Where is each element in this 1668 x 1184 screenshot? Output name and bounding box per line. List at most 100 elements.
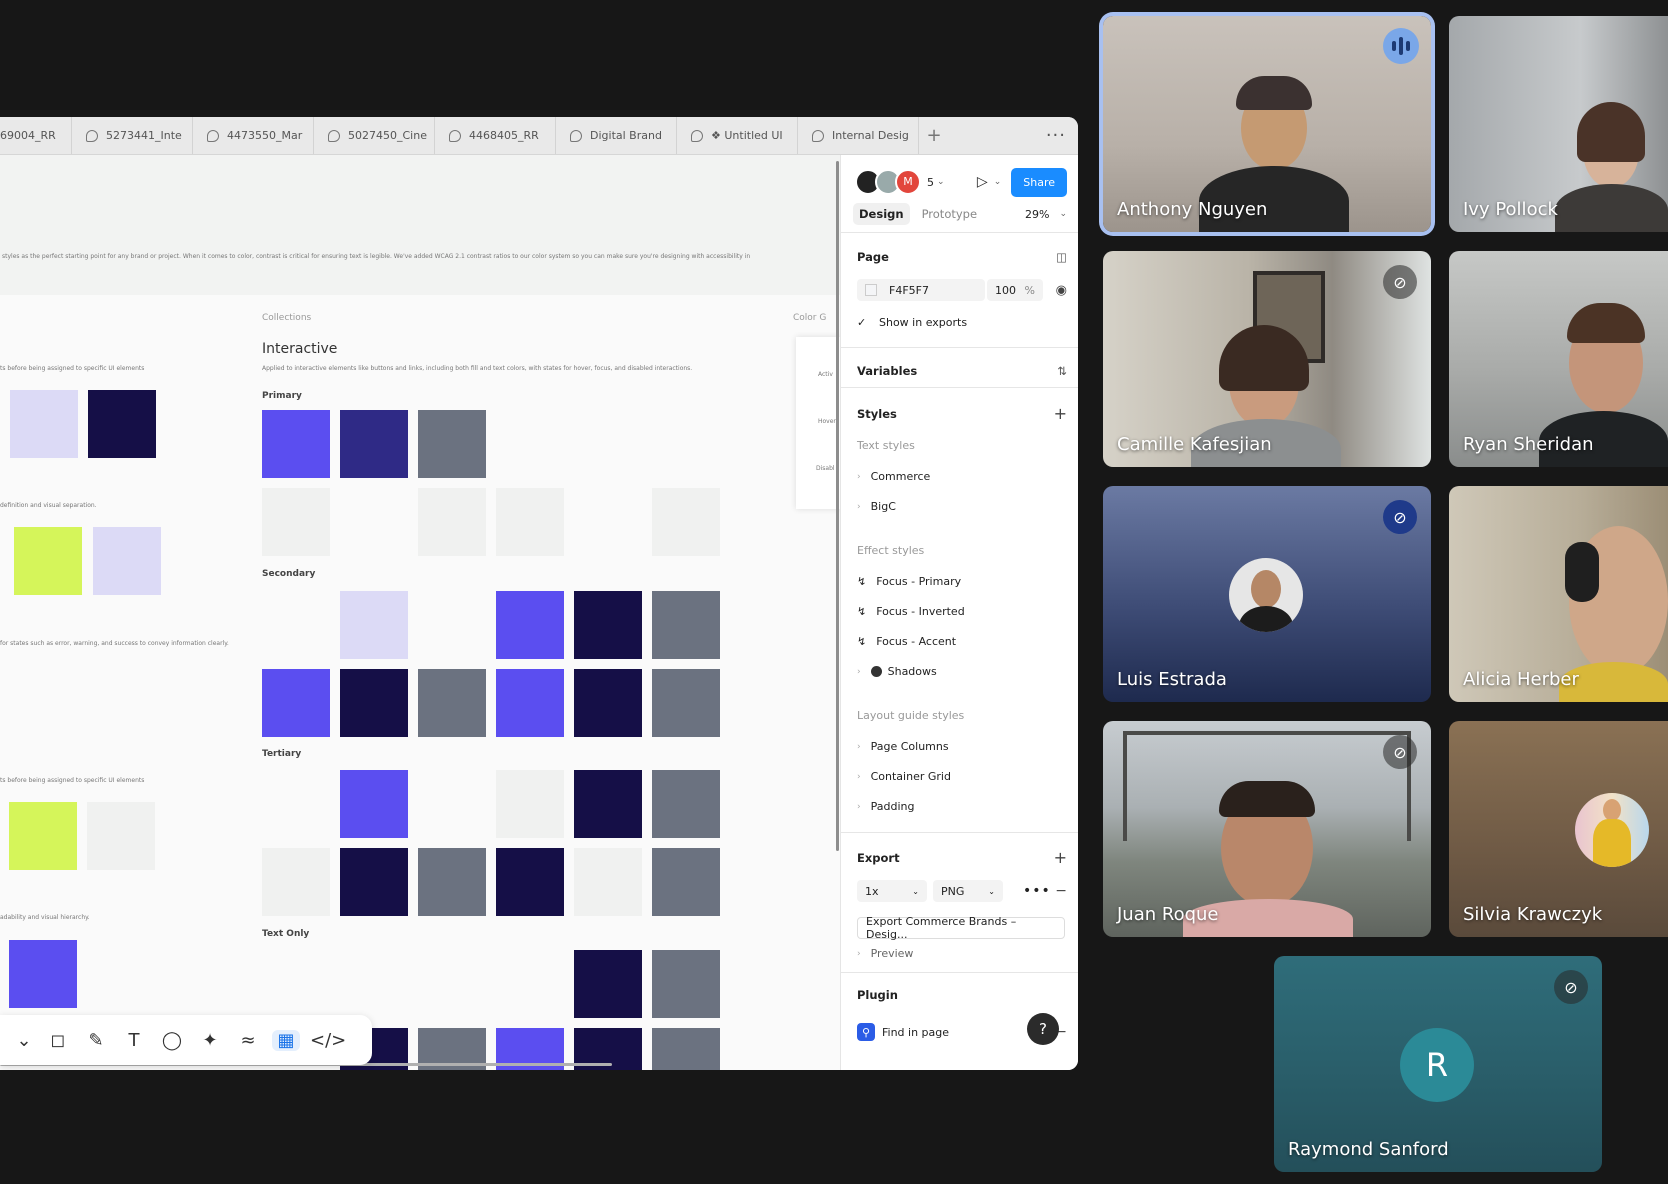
color-swatch[interactable] [340, 410, 408, 478]
color-swatch[interactable] [496, 488, 564, 556]
avatar[interactable]: M [895, 169, 921, 195]
frame-tool-chevron-icon[interactable]: ⌄ [14, 1030, 34, 1051]
color-swatch[interactable] [10, 390, 78, 458]
pen-tool-icon[interactable]: ✎ [82, 1030, 110, 1051]
participant-tile[interactable]: Silvia Krawczyk [1449, 721, 1668, 937]
draw-tool-icon[interactable]: ≈ [234, 1030, 262, 1051]
file-tab[interactable]: Internal Desig [798, 117, 919, 154]
color-swatch[interactable] [496, 669, 564, 737]
color-swatch[interactable] [418, 669, 486, 737]
file-tab[interactable]: 4468405_RR [435, 117, 556, 154]
style-item[interactable]: › Commerce [857, 470, 1067, 483]
file-tab[interactable]: Digital Brand [556, 117, 677, 154]
ai-sparkle-icon[interactable]: ✦ [196, 1030, 224, 1051]
export-button[interactable]: Export Commerce Brands – Desig... [857, 915, 1065, 941]
color-swatch[interactable] [496, 770, 564, 838]
export-scale-select[interactable]: 1x ⌄ [857, 880, 927, 902]
chevron-down-icon[interactable]: ⌄ [1059, 209, 1067, 219]
tab-prototype[interactable]: Prototype [922, 207, 977, 221]
page-opacity-field[interactable]: 100% [987, 279, 1043, 301]
color-swatch[interactable] [262, 669, 330, 737]
color-swatch[interactable] [652, 1028, 720, 1070]
tab-design[interactable]: Design [853, 203, 910, 225]
chevron-down-icon[interactable]: ⌄ [994, 177, 1002, 187]
color-swatch[interactable] [9, 940, 77, 1008]
color-swatch[interactable] [262, 950, 330, 1018]
present-play-icon[interactable]: ▷ [977, 174, 988, 190]
participant-tile[interactable]: Alicia Herber [1449, 486, 1668, 702]
color-swatch[interactable] [262, 488, 330, 556]
participant-tile[interactable]: Ryan Sheridan [1449, 251, 1668, 467]
style-item[interactable]: ↯ Focus - Accent [857, 635, 1067, 648]
color-swatch[interactable] [652, 410, 720, 478]
color-swatch[interactable] [574, 488, 642, 556]
file-tab[interactable]: 4473550_Mar [193, 117, 314, 154]
add-style-icon[interactable]: + [1054, 404, 1067, 423]
color-swatch[interactable] [418, 770, 486, 838]
color-swatch[interactable] [262, 848, 330, 916]
rectangle-tool-icon[interactable]: ◻ [44, 1030, 72, 1051]
color-swatch[interactable] [574, 669, 642, 737]
color-swatch[interactable] [9, 802, 77, 870]
style-item[interactable]: › Page Columns [857, 740, 1067, 753]
chevron-down-icon[interactable]: ⌄ [937, 177, 945, 187]
comment-tool-icon[interactable]: ◯ [158, 1030, 186, 1051]
style-item[interactable]: › Container Grid [857, 770, 1067, 783]
color-swatch[interactable] [340, 848, 408, 916]
color-swatch[interactable] [340, 488, 408, 556]
color-swatch[interactable] [14, 527, 82, 595]
color-swatch[interactable] [418, 848, 486, 916]
color-swatch[interactable] [93, 527, 161, 595]
color-swatch[interactable] [418, 488, 486, 556]
color-swatch[interactable] [496, 591, 564, 659]
color-swatch[interactable] [340, 669, 408, 737]
file-tab[interactable]: 69004_RR [0, 117, 72, 154]
color-swatch[interactable] [340, 950, 408, 1018]
page-color-field[interactable]: F4F5F7 [857, 279, 985, 301]
avatar-count[interactable]: 5 [927, 176, 934, 189]
color-swatch[interactable] [652, 669, 720, 737]
design-canvas[interactable]: styles as the perfect starting point for… [0, 155, 840, 1070]
color-swatch[interactable] [262, 591, 330, 659]
share-button[interactable]: Share [1011, 167, 1067, 197]
style-item[interactable]: ↯ Focus - Inverted [857, 605, 1067, 618]
color-swatch[interactable] [418, 591, 486, 659]
checkbox[interactable]: ✓ [857, 316, 869, 329]
color-swatch[interactable] [652, 488, 720, 556]
file-tab[interactable]: 5027450_Cine [314, 117, 435, 154]
more-icon[interactable]: ··· [1046, 125, 1066, 146]
participant-tile[interactable]: R ⊘ Raymond Sanford [1274, 956, 1602, 1172]
participant-tile[interactable]: Anthony Nguyen [1103, 16, 1431, 232]
color-swatch[interactable] [262, 410, 330, 478]
color-swatch[interactable] [652, 591, 720, 659]
color-swatch[interactable] [496, 950, 564, 1018]
export-format-select[interactable]: PNG ⌄ [933, 880, 1003, 902]
participant-tile[interactable]: ⊘ Camille Kafesjian [1103, 251, 1431, 467]
style-item[interactable]: ↯ Focus - Primary [857, 575, 1067, 588]
style-item[interactable]: › Padding [857, 800, 1067, 813]
color-swatch[interactable] [574, 770, 642, 838]
variables-icon[interactable]: ⇅ [1057, 364, 1067, 378]
participant-tile[interactable]: Ivy Pollock [1449, 16, 1668, 232]
vertical-scrollbar[interactable] [836, 161, 839, 851]
color-swatch[interactable] [652, 848, 720, 916]
preview-toggle[interactable]: › Preview [857, 947, 1067, 960]
style-item[interactable]: › BigC [857, 500, 1067, 513]
color-swatch[interactable] [574, 848, 642, 916]
color-swatch[interactable] [418, 410, 486, 478]
eye-icon[interactable]: ◉ [1056, 283, 1067, 298]
new-tab-button[interactable]: + [919, 125, 949, 146]
text-tool-icon[interactable]: T [120, 1030, 148, 1051]
color-swatch[interactable] [496, 848, 564, 916]
color-swatch[interactable] [418, 950, 486, 1018]
participant-tile[interactable]: ⊘ Luis Estrada [1103, 486, 1431, 702]
file-tab[interactable]: 5273441_Inte [72, 117, 193, 154]
color-swatch[interactable] [652, 770, 720, 838]
design-mode-icon[interactable]: ▦ [272, 1029, 300, 1051]
page-options-icon[interactable]: ◫ [1056, 250, 1067, 264]
zoom-level[interactable]: 29% [1025, 208, 1049, 221]
help-button[interactable]: ? [1027, 1013, 1059, 1045]
color-swatch[interactable] [574, 591, 642, 659]
style-item[interactable]: › Shadows [857, 665, 1067, 678]
color-swatch[interactable] [87, 802, 155, 870]
